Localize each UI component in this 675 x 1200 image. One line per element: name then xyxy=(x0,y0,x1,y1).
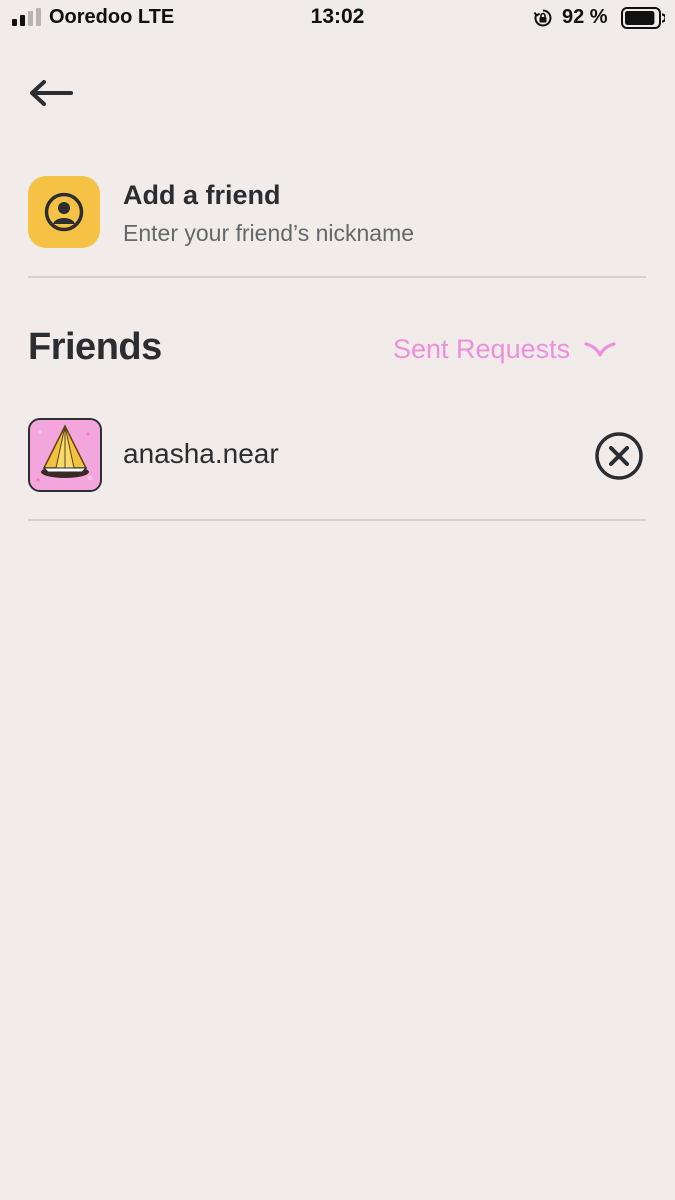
battery-icon xyxy=(621,7,665,29)
divider xyxy=(28,519,646,521)
remove-friend-button[interactable] xyxy=(594,431,644,481)
add-friend-tile xyxy=(28,176,100,248)
back-button[interactable] xyxy=(24,72,78,114)
user-circle-icon xyxy=(44,192,84,232)
friend-avatar xyxy=(28,418,102,492)
add-friend-title: Add a friend xyxy=(123,180,281,210)
yellow-crystal-avatar xyxy=(30,420,100,490)
status-bar: Ooredoo LTE 13:02 92 % xyxy=(0,0,675,38)
close-circle-icon xyxy=(595,432,643,480)
divider xyxy=(28,276,646,278)
add-friend-row[interactable]: Add a friend Enter your friend’s nicknam… xyxy=(28,176,646,250)
sent-requests-dropdown[interactable]: Sent Requests xyxy=(393,331,616,367)
chevron-down-icon xyxy=(584,342,616,357)
friends-heading: Friends xyxy=(28,326,162,368)
add-friend-subtitle: Enter your friend’s nickname xyxy=(123,220,415,246)
friend-list-item[interactable]: anasha.near xyxy=(28,418,646,492)
friend-name: anasha.near xyxy=(123,438,279,469)
sent-requests-label: Sent Requests xyxy=(393,333,571,364)
arrow-left-icon xyxy=(30,80,73,106)
rotation-lock-icon xyxy=(533,9,552,27)
battery-percent: 92 % xyxy=(562,6,608,28)
